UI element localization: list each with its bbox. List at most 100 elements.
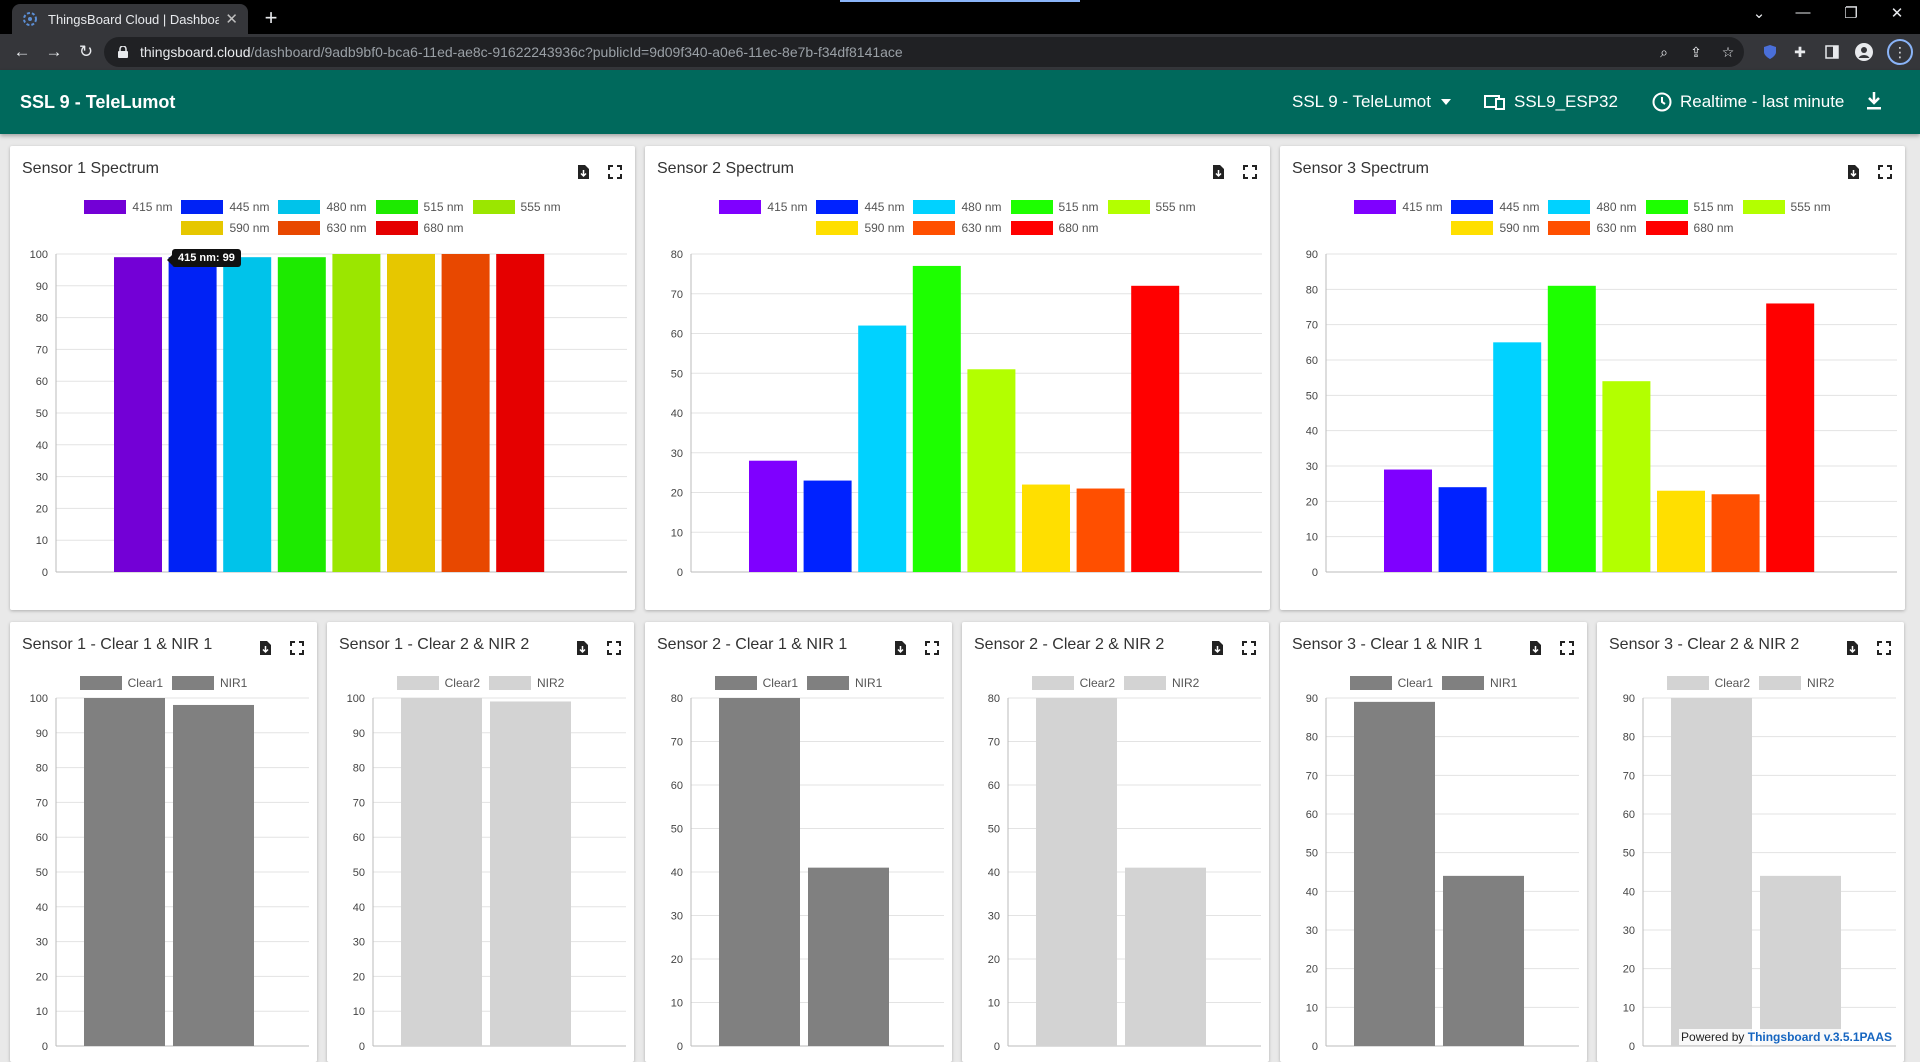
fullscreen-icon[interactable]: [1559, 640, 1575, 656]
bar-clear1[interactable]: [719, 698, 800, 1046]
legend-item[interactable]: 515 nm: [1010, 200, 1099, 214]
tab-search-icon[interactable]: ⌄: [1742, 4, 1776, 22]
bar-680-nm[interactable]: [1131, 285, 1180, 572]
extension-shield-icon[interactable]: [1760, 42, 1780, 62]
legend-item[interactable]: 515 nm: [1645, 200, 1734, 214]
legend-item[interactable]: 415 nm: [1354, 200, 1442, 214]
entity-alias-selector[interactable]: SSL9_ESP32: [1484, 92, 1618, 112]
legend-item[interactable]: 480 nm: [1548, 200, 1637, 214]
legend-item[interactable]: 515 nm: [375, 200, 464, 214]
bar-clear1[interactable]: [1354, 701, 1435, 1046]
restore-icon[interactable]: ❐: [1834, 4, 1868, 22]
fullscreen-icon[interactable]: [289, 640, 305, 656]
legend-item[interactable]: 555 nm: [472, 200, 561, 214]
fullscreen-icon[interactable]: [1877, 164, 1893, 180]
bar-480-nm[interactable]: [858, 325, 907, 572]
legend-item[interactable]: 630 nm: [1548, 221, 1637, 235]
legend-item[interactable]: 680 nm: [1645, 221, 1734, 235]
legend-item[interactable]: 630 nm: [278, 221, 367, 235]
bar-nir2[interactable]: [1760, 875, 1841, 1046]
export-data-icon[interactable]: [575, 164, 591, 180]
dashboard-state-select[interactable]: SSL 9 - TeleLumot: [1292, 92, 1451, 112]
legend-item[interactable]: 445 nm: [1451, 200, 1539, 214]
bar-630-nm[interactable]: [441, 254, 490, 572]
bar-480-nm[interactable]: [1493, 342, 1542, 572]
legend-item[interactable]: 590 nm: [816, 221, 904, 235]
bar-555-nm[interactable]: [332, 254, 381, 572]
export-data-icon[interactable]: [1844, 640, 1860, 656]
bar-515-nm[interactable]: [912, 265, 961, 572]
bar-415-nm[interactable]: [749, 460, 797, 572]
side-panel-icon[interactable]: [1822, 42, 1842, 62]
browser-tab[interactable]: ThingsBoard Cloud | Dashboard ✕: [12, 4, 248, 34]
bar-680-nm[interactable]: [496, 254, 545, 572]
bar-445-nm[interactable]: [1438, 487, 1487, 572]
version-link[interactable]: Thingsboard v.3.5.1PAAS: [1748, 1030, 1892, 1044]
bar-680-nm[interactable]: [1766, 303, 1815, 572]
legend-item[interactable]: 415 nm: [719, 200, 807, 214]
fullscreen-icon[interactable]: [607, 164, 623, 180]
close-window-icon[interactable]: ✕: [1880, 4, 1914, 22]
export-data-icon[interactable]: [1527, 640, 1543, 656]
forward-icon[interactable]: →: [42, 40, 66, 64]
legend-item[interactable]: 480 nm: [278, 200, 367, 214]
bookmark-star-icon[interactable]: ☆: [1718, 42, 1738, 62]
bar-nir2[interactable]: [1125, 867, 1206, 1046]
export-data-icon[interactable]: [574, 640, 590, 656]
bar-590-nm[interactable]: [387, 254, 435, 572]
export-data-icon[interactable]: [1209, 640, 1225, 656]
legend-item[interactable]: 630 nm: [913, 221, 1002, 235]
export-data-icon[interactable]: [1845, 164, 1861, 180]
zoom-icon[interactable]: ⌕: [1654, 42, 1674, 62]
chrome-menu-icon[interactable]: ⋮: [1887, 39, 1913, 65]
bar-515-nm[interactable]: [1547, 285, 1596, 572]
minimize-icon[interactable]: —: [1786, 4, 1820, 21]
bar-630-nm[interactable]: [1711, 494, 1760, 572]
timewindow-button[interactable]: Realtime - last minute: [1652, 92, 1844, 112]
fullscreen-icon[interactable]: [1241, 640, 1257, 656]
legend-item[interactable]: 680 nm: [1010, 221, 1099, 235]
bar-clear2[interactable]: [1036, 698, 1117, 1046]
profile-avatar-icon[interactable]: [1854, 42, 1874, 62]
bar-480-nm[interactable]: [223, 257, 272, 572]
new-tab-icon[interactable]: +: [258, 5, 284, 31]
fullscreen-icon[interactable]: [924, 640, 940, 656]
bar-clear2[interactable]: [401, 698, 482, 1046]
legend-item[interactable]: 555 nm: [1742, 200, 1831, 214]
bar-415-nm[interactable]: [1384, 469, 1432, 572]
legend-item[interactable]: 555 nm: [1107, 200, 1196, 214]
close-tab-icon[interactable]: ✕: [225, 10, 238, 28]
reload-icon[interactable]: ↻: [74, 40, 98, 64]
legend-item[interactable]: 590 nm: [1451, 221, 1539, 235]
legend-item[interactable]: 680 nm: [375, 221, 464, 235]
bar-590-nm[interactable]: [1022, 484, 1070, 572]
bar-clear2[interactable]: [1671, 698, 1752, 1046]
fullscreen-icon[interactable]: [1876, 640, 1892, 656]
extensions-puzzle-icon[interactable]: ✚: [1790, 42, 1810, 62]
bar-nir2[interactable]: [490, 701, 571, 1046]
legend-item[interactable]: 445 nm: [181, 200, 269, 214]
address-bar[interactable]: thingsboard.cloud/dashboard/9adb9bf0-bca…: [104, 37, 1744, 67]
fullscreen-icon[interactable]: [1242, 164, 1258, 180]
back-icon[interactable]: ←: [10, 40, 34, 64]
bar-nir1[interactable]: [173, 704, 254, 1046]
bar-nir1[interactable]: [808, 867, 889, 1046]
bar-415-nm[interactable]: [114, 257, 162, 572]
share-icon[interactable]: ⇪: [1686, 42, 1706, 62]
export-data-icon[interactable]: [892, 640, 908, 656]
export-data-icon[interactable]: [1210, 164, 1226, 180]
bar-445-nm[interactable]: [803, 480, 852, 572]
bar-555-nm[interactable]: [967, 369, 1016, 572]
bar-590-nm[interactable]: [1657, 490, 1705, 572]
legend-item[interactable]: 415 nm: [84, 200, 172, 214]
export-dashboard-button[interactable]: [1866, 92, 1890, 110]
legend-item[interactable]: 480 nm: [913, 200, 1002, 214]
bar-clear1[interactable]: [84, 698, 165, 1046]
bar-555-nm[interactable]: [1602, 381, 1651, 572]
legend-item[interactable]: 590 nm: [181, 221, 269, 235]
bar-445-nm[interactable]: [168, 257, 217, 572]
export-data-icon[interactable]: [257, 640, 273, 656]
bar-nir1[interactable]: [1443, 875, 1524, 1046]
legend-item[interactable]: 445 nm: [816, 200, 904, 214]
bar-630-nm[interactable]: [1076, 488, 1125, 572]
